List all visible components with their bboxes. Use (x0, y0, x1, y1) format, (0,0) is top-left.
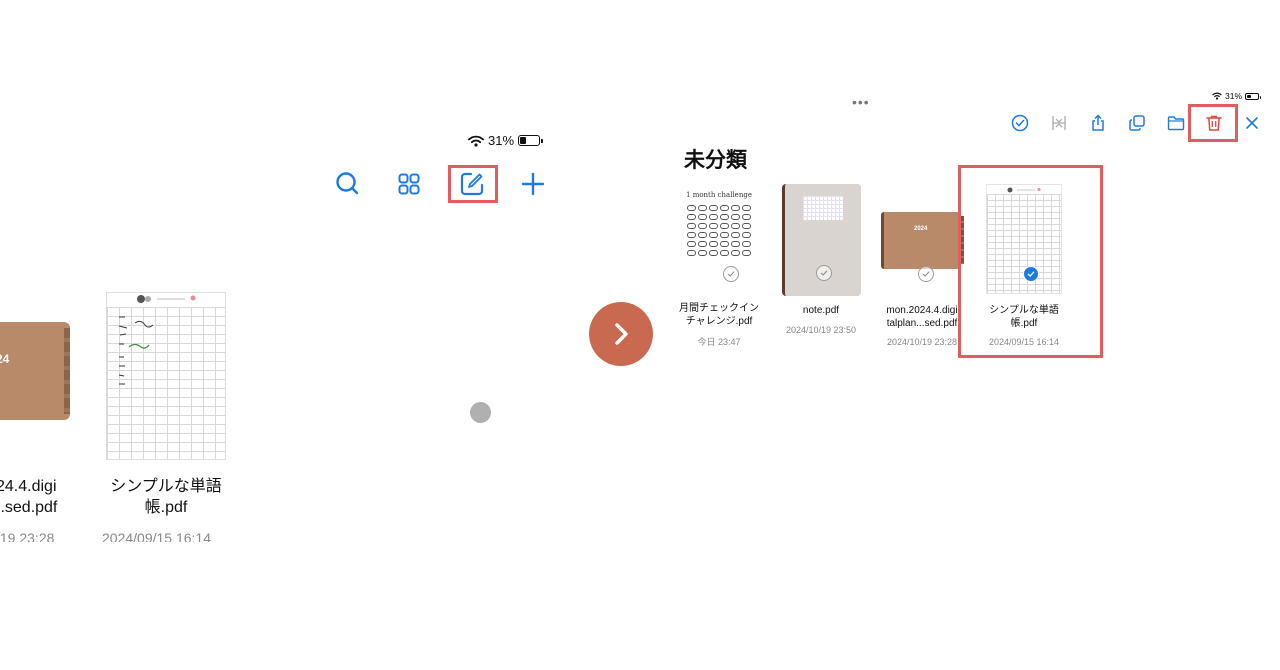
delete-button-highlight (1188, 104, 1238, 142)
merge-icon (1052, 116, 1066, 130)
file-name: note.pdf (775, 304, 867, 317)
thumbnail-title: 1 month challenge (686, 191, 752, 199)
file-thumbnail-wordbook[interactable] (106, 292, 226, 460)
battery-icon (518, 135, 544, 146)
share-icon (1092, 114, 1104, 131)
wifi-icon (468, 135, 484, 147)
toolbar-right (1005, 104, 1266, 142)
folder-icon (1167, 116, 1185, 131)
thumbnail-year: 2024 (914, 226, 928, 232)
thumbnail-year: 24 (0, 352, 10, 366)
edit-button-highlight (448, 165, 498, 203)
file-name: 月間チェックイン チャレンジ.pdf (673, 302, 765, 328)
check-icon (820, 270, 827, 276)
status-bar-right: 31% (1212, 91, 1262, 101)
merge-button[interactable] (1045, 109, 1073, 137)
file-name-line2: チャレンジ.pdf (685, 316, 753, 327)
plus-icon (521, 172, 545, 196)
file-name-line1: mon.2024.4.digi (886, 305, 958, 316)
move-to-folder-button[interactable] (1162, 109, 1190, 137)
file-card[interactable]: 2024 mon.2024.4.digi talplan...sed.pdf 2… (876, 184, 968, 347)
header-decoration-icon (137, 295, 196, 303)
duplicate-button[interactable] (1123, 109, 1151, 137)
file-date: 今日 23:47 (697, 337, 741, 347)
file-name: 24.4.digi ..sed.pdf (0, 476, 57, 518)
file-name: シンプルな単語 帳.pdf (96, 476, 236, 518)
select-all-button[interactable] (1006, 109, 1034, 137)
next-arrow (589, 302, 653, 366)
file-name-line2: 帳.pdf (144, 499, 188, 516)
share-button[interactable] (1084, 109, 1112, 137)
file-thumbnail-note[interactable] (781, 184, 861, 296)
grid-view-button[interactable] (391, 166, 427, 202)
handwriting-scribbles (118, 316, 154, 385)
multitask-dots[interactable]: ••• (852, 94, 870, 110)
file-date: 2024/10/19 23:50 (785, 325, 857, 335)
search-icon (336, 172, 359, 195)
file-name-line1: 24.4.digi (0, 478, 57, 495)
close-icon (1246, 117, 1258, 129)
battery-percent: 31% (1225, 91, 1243, 101)
file-card[interactable]: 1 month challenge 月間チェックイン チャレンジ.pdf 今日 … (673, 184, 765, 348)
status-bar-left: 31% (468, 133, 544, 148)
check-icon (727, 271, 735, 277)
file-date: /19 23:28 (0, 530, 55, 542)
selection-checkbox[interactable] (815, 265, 832, 281)
battery-percent: 31% (488, 133, 515, 148)
home-indicator[interactable] (470, 402, 491, 423)
duplicate-icon (1129, 115, 1145, 131)
planner-tabs (64, 328, 70, 414)
close-button[interactable] (1238, 109, 1266, 137)
add-button[interactable] (515, 166, 551, 202)
file-name-line2: talplan...sed.pdf (886, 318, 958, 329)
search-button[interactable] (330, 166, 366, 202)
file-name: mon.2024.4.digi talplan...sed.pdf (876, 304, 968, 330)
file-name-line1: シンプルな単語 (110, 478, 222, 495)
check-icon (922, 271, 930, 277)
wifi-icon (1212, 92, 1222, 100)
section-title: 未分類 (684, 149, 747, 172)
file-card[interactable]: note.pdf 2024/10/19 23:50 (775, 184, 867, 335)
planner-cover: 2024 (881, 212, 964, 269)
selected-file-highlight (958, 165, 1103, 358)
chevron-right-icon (615, 323, 628, 345)
file-name-line1: 月間チェックイン (679, 303, 759, 314)
battery-icon (1245, 92, 1262, 100)
check-circle-icon (1011, 114, 1029, 132)
selection-checkbox[interactable] (723, 266, 739, 282)
file-date: 2024/09/15 16:14 (102, 530, 211, 542)
emoji-grid (685, 205, 753, 256)
file-date: 2024/10/19 23:28 (886, 337, 958, 347)
file-thumbnail-checkin[interactable]: 1 month challenge (685, 184, 753, 294)
file-name-line2: ..sed.pdf (0, 499, 58, 516)
grid-view-icon (398, 173, 420, 195)
toolbar-left (330, 165, 560, 203)
file-thumbnail-planner[interactable]: 24 (0, 322, 70, 420)
file-thumbnail-planner[interactable]: 2024 (880, 184, 964, 296)
selection-checkbox[interactable] (918, 266, 934, 282)
note-label (802, 196, 843, 220)
file-name-line1: note.pdf (802, 305, 840, 316)
